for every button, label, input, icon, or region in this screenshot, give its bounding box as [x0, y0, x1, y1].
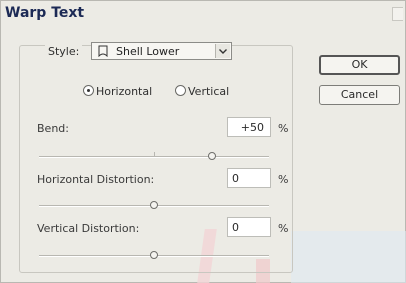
settings-group [19, 45, 293, 273]
radio-indicator [175, 85, 186, 96]
vertical-radio[interactable]: Vertical [175, 85, 229, 98]
style-selected-value: Shell Lower [116, 45, 180, 58]
vertical-distortion-slider-thumb[interactable] [150, 251, 158, 259]
style-label: Style: [45, 45, 83, 58]
horizontal-distortion-slider-thumb[interactable] [150, 201, 158, 209]
vertical-distortion-input[interactable]: 0 [227, 217, 271, 237]
shell-lower-icon [98, 45, 108, 57]
title-bar[interactable]: Warp Text [1, 1, 405, 27]
bend-slider-center-tick [154, 152, 155, 157]
window-title: Warp Text [5, 5, 85, 21]
horizontal-distortion-label: Horizontal Distortion: [37, 173, 155, 186]
warp-text-dialog: Warp Text Style: Shell Lower Horizontal … [0, 0, 406, 283]
horizontal-distortion-input[interactable]: 0 [227, 168, 271, 188]
ok-button[interactable]: OK [319, 55, 400, 75]
cancel-button[interactable]: Cancel [319, 85, 400, 105]
horizontal-distortion-unit: % [278, 173, 289, 186]
background-band-decoration [291, 231, 406, 283]
radio-selected-indicator [83, 85, 94, 96]
dropdown-arrow-button[interactable] [215, 44, 230, 58]
bend-label: Bend: [37, 122, 69, 135]
vertical-distortion-label: Vertical Distortion: [37, 222, 140, 235]
horizontal-radio[interactable]: Horizontal [83, 85, 152, 98]
style-dropdown[interactable]: Shell Lower [91, 42, 232, 60]
vertical-radio-label: Vertical [188, 85, 230, 98]
chevron-down-icon [219, 49, 227, 54]
vertical-distortion-unit: % [278, 222, 289, 235]
bend-input[interactable]: +50 [227, 117, 271, 137]
close-button[interactable] [392, 7, 403, 21]
horizontal-radio-label: Horizontal [96, 85, 153, 98]
bend-slider-thumb[interactable] [207, 152, 216, 160]
bend-unit: % [278, 122, 289, 135]
